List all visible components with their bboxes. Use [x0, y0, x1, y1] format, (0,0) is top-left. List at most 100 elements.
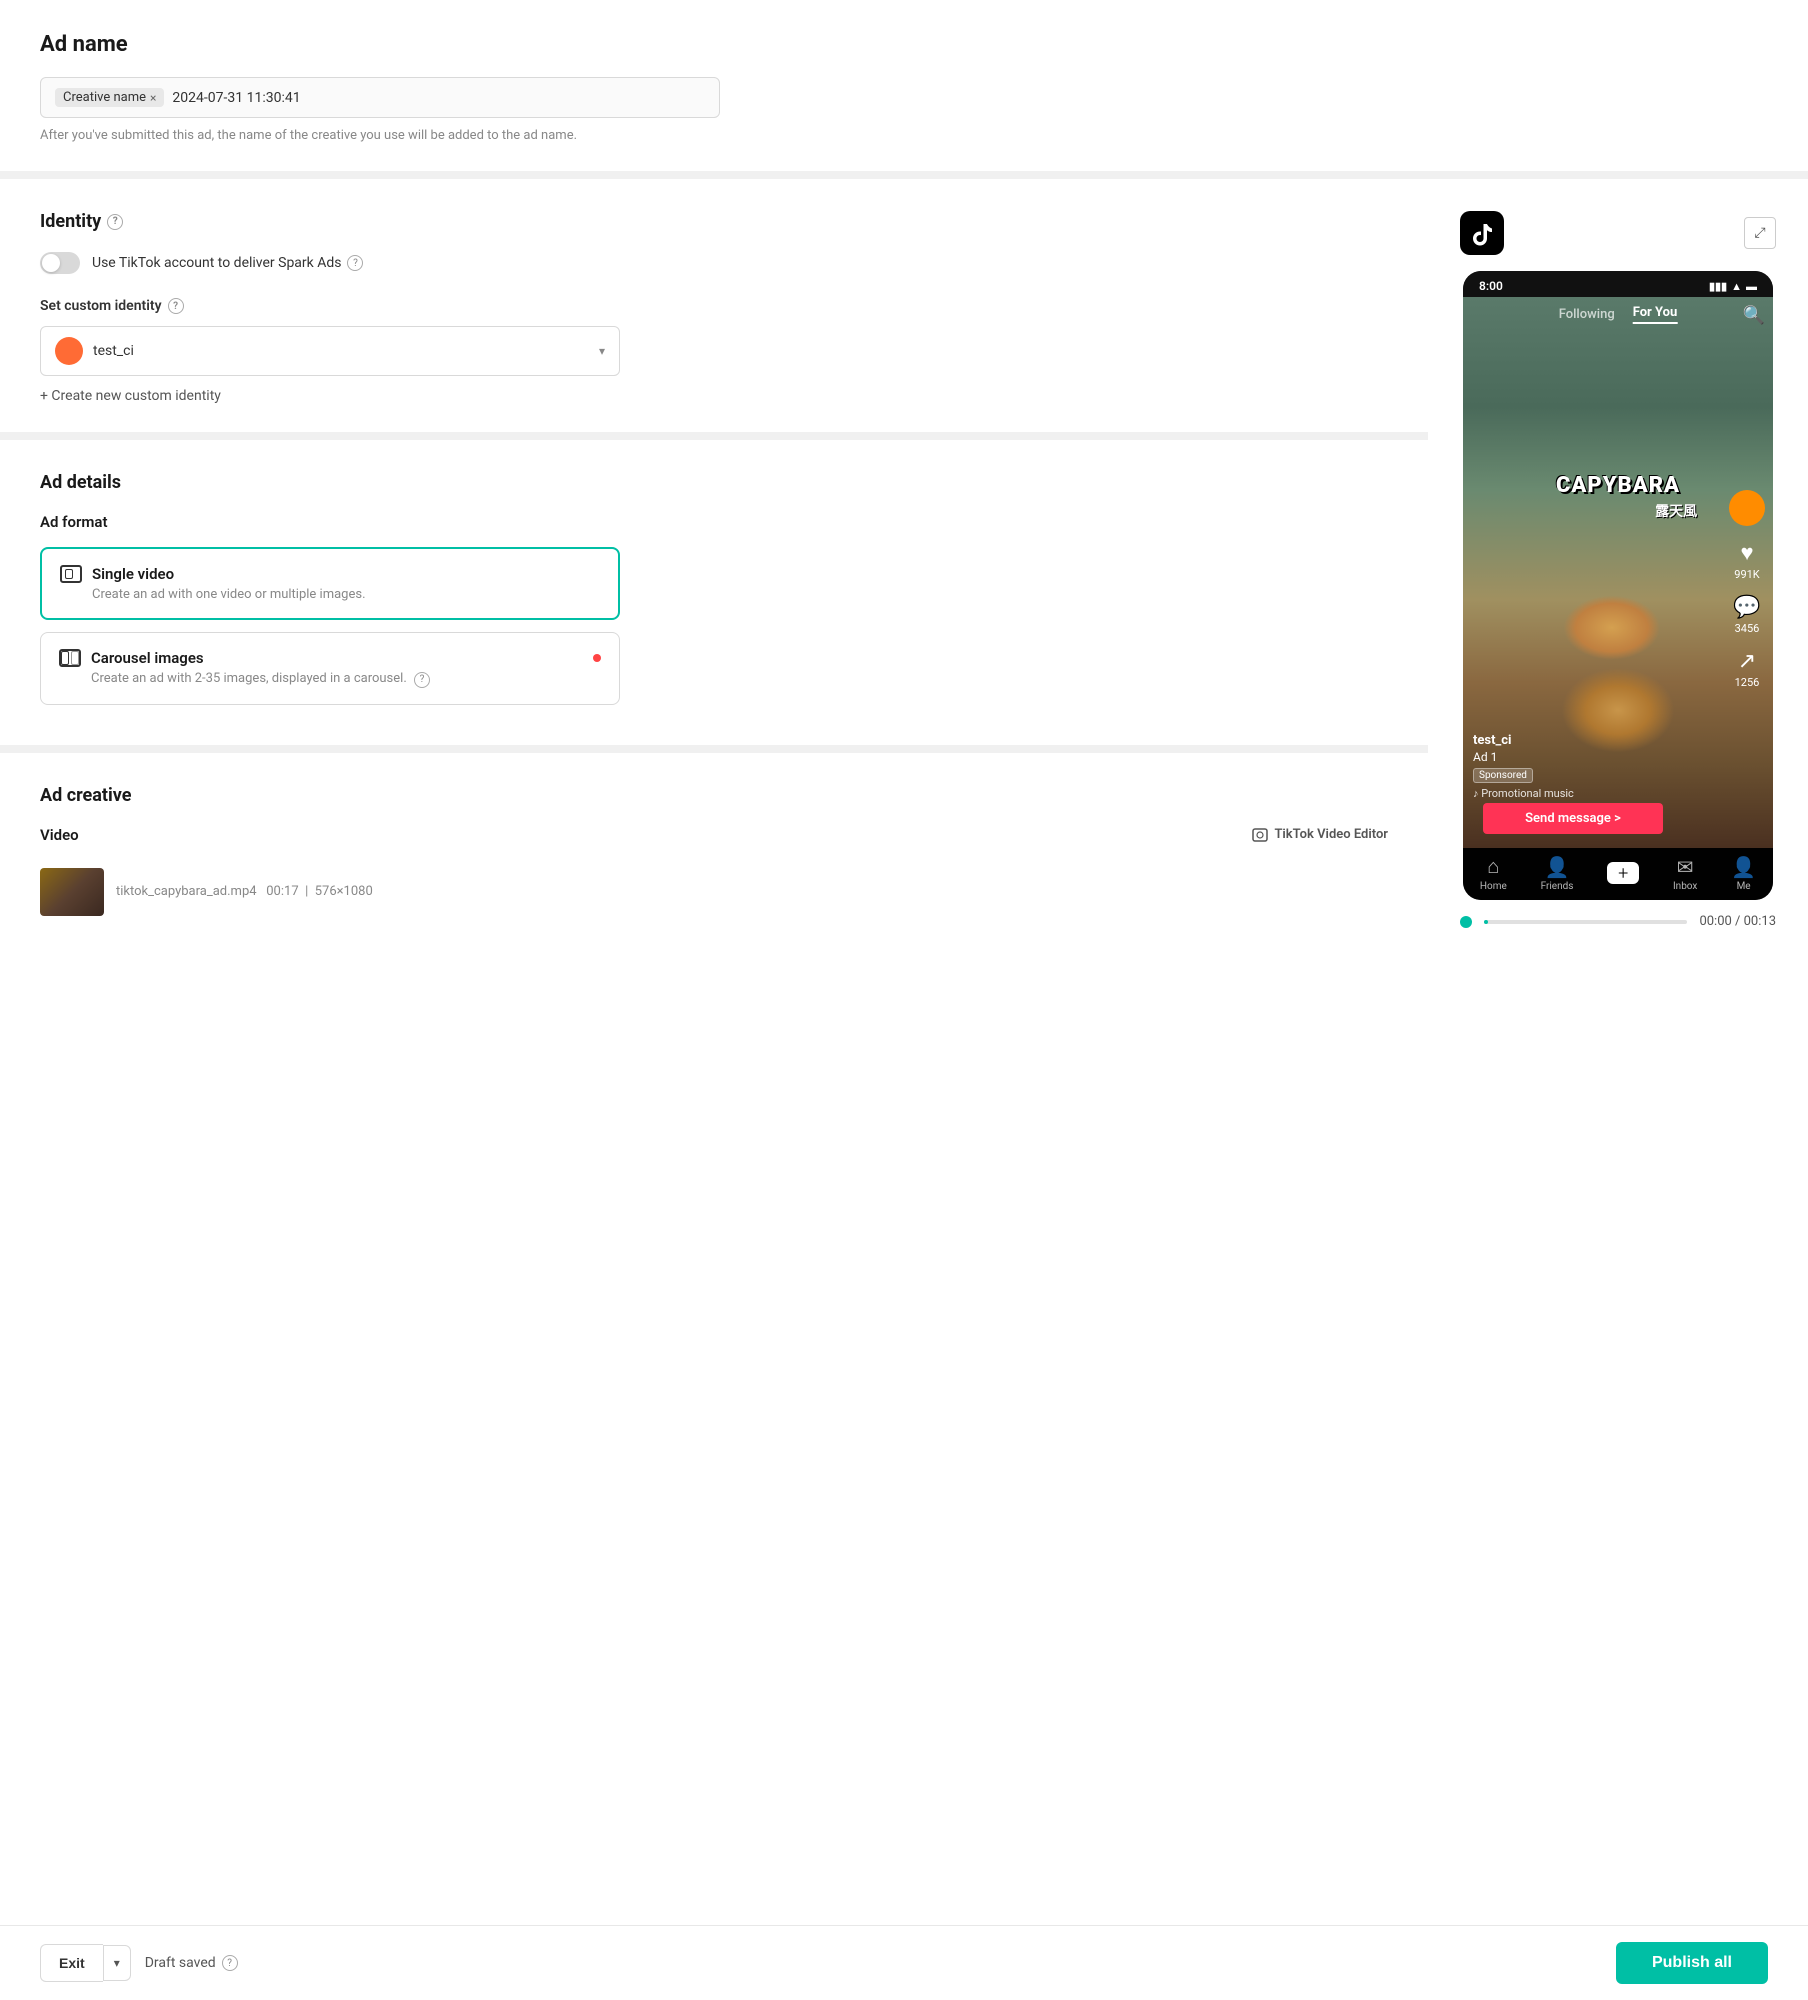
format-single-video-header: Single video — [60, 565, 600, 583]
right-panel: ⤢ 8:00 ▮▮▮ ▲ ▬ Following — [1428, 179, 1808, 961]
right-actions: ♥ 991K 💬 3456 ↗ 1256 — [1729, 490, 1765, 689]
draft-saved-label: Draft saved ? — [145, 1955, 238, 1971]
progress-bar[interactable] — [1484, 920, 1687, 924]
tiktok-editor-link[interactable]: TikTok Video Editor — [1252, 827, 1388, 843]
tiktok-logo-svg — [1469, 220, 1495, 246]
ad-details-heading: Ad details — [40, 472, 1388, 493]
nav-create[interactable]: + — [1607, 862, 1639, 884]
ad-details-section: Ad details Ad format Single video Create… — [0, 440, 1428, 753]
bottom-bar: Exit ▾ Draft saved ? Publish all — [0, 1925, 1808, 2000]
ad-creative-title: Ad creative — [40, 785, 131, 806]
spark-ads-help-icon[interactable]: ? — [347, 255, 363, 271]
bottom-nav: ⌂ Home 👤 Friends + ✉ Inbox — [1463, 848, 1773, 900]
user-avatar-action[interactable] — [1729, 490, 1765, 526]
like-button[interactable]: ♥ 991K — [1734, 540, 1759, 581]
signal-icon: ▮▮▮ — [1709, 280, 1727, 293]
format-carousel-header: Carousel images — [59, 649, 601, 667]
wifi-icon: ▲ — [1731, 280, 1742, 293]
main-content: Identity ? Use TikTok account to deliver… — [0, 179, 1808, 1034]
spark-ads-toggle[interactable] — [40, 252, 80, 274]
status-icons: ▮▮▮ ▲ ▬ — [1709, 280, 1757, 293]
ad-name-title: Ad name — [40, 32, 1768, 57]
friends-icon: 👤 — [1545, 855, 1570, 879]
exit-caret-button[interactable]: ▾ — [103, 1945, 131, 1981]
ad-sublabel: Ad 1 — [1473, 750, 1713, 764]
video-username: test_ci — [1473, 733, 1713, 748]
video-content: Following For You 🔍 CAPYBARA 露天風 ♥ 991K — [1463, 297, 1773, 848]
phone-mockup: 8:00 ▮▮▮ ▲ ▬ Following For You — [1463, 271, 1773, 900]
ad-creative-heading: Ad creative — [40, 785, 1388, 806]
sponsored-badge: Sponsored — [1473, 768, 1533, 783]
nav-friends[interactable]: 👤 Friends — [1541, 855, 1574, 892]
inbox-icon: ✉ — [1677, 855, 1694, 879]
ad-name-value: 2024-07-31 11:30:41 — [172, 90, 705, 106]
custom-identity-label: Set custom identity ? — [40, 298, 1388, 314]
publish-all-button[interactable]: Publish all — [1616, 1942, 1768, 1984]
identity-select[interactable]: test_ci ▾ — [40, 326, 620, 376]
identity-section: Identity ? Use TikTok account to deliver… — [0, 179, 1428, 440]
custom-identity-help-icon[interactable]: ? — [168, 298, 184, 314]
phone-status-bar: 8:00 ▮▮▮ ▲ ▬ — [1463, 271, 1773, 297]
tag-close-icon[interactable]: × — [150, 91, 156, 105]
identity-name: test_ci — [93, 343, 589, 359]
comment-button[interactable]: 💬 3456 — [1733, 595, 1760, 635]
cta-button[interactable]: Send message > — [1483, 803, 1663, 834]
creative-name-tag: Creative name × — [55, 88, 164, 107]
nav-inbox[interactable]: ✉ Inbox — [1673, 855, 1697, 892]
share-button[interactable]: ↗ 1256 — [1735, 649, 1760, 689]
ad-creative-section: Ad creative Video TikTok Video Editor — [0, 753, 1428, 954]
identity-help-icon[interactable]: ? — [107, 214, 123, 230]
single-video-name: Single video — [92, 565, 600, 583]
feed-tabs: Following For You — [1559, 305, 1678, 324]
preview-header: ⤢ — [1460, 211, 1776, 255]
identity-title: Identity — [40, 211, 101, 232]
video-label: Video — [40, 826, 79, 844]
video-thumb-bg — [40, 868, 104, 916]
carousel-help-icon[interactable]: ? — [414, 672, 430, 688]
format-carousel-images[interactable]: Carousel images Create an ad with 2-35 i… — [40, 632, 620, 705]
draft-help-icon[interactable]: ? — [222, 1955, 238, 1971]
format-single-video[interactable]: Single video Create an ad with one video… — [40, 547, 620, 620]
like-count: 991K — [1734, 568, 1759, 581]
ad-details-title: Ad details — [40, 472, 121, 493]
carousel-icon — [59, 649, 81, 667]
chevron-down-icon: ▾ — [599, 344, 605, 358]
identity-heading: Identity ? — [40, 211, 1388, 232]
search-icon[interactable]: 🔍 — [1743, 305, 1765, 326]
expand-icon[interactable]: ⤢ — [1744, 217, 1776, 249]
progress-fill — [1484, 920, 1488, 924]
bottom-info: test_ci Ad 1 Sponsored ♪ Promotional mus… — [1473, 733, 1713, 800]
left-panel: Identity ? Use TikTok account to deliver… — [0, 179, 1428, 954]
video-thumbnail-row: tiktok_capybara_ad.mp4 00:17 | 576×1080 — [40, 858, 1388, 926]
tag-label: Creative name — [63, 90, 146, 105]
video-label-row: Video TikTok Video Editor — [40, 826, 1388, 844]
capybara-text: CAPYBARA — [1556, 473, 1680, 498]
progress-dot — [1460, 916, 1472, 928]
carousel-name: Carousel images — [91, 649, 579, 667]
ad-format-label: Ad format — [40, 513, 1388, 531]
ad-name-hint: After you've submitted this ad, the name… — [40, 128, 720, 143]
spark-ads-toggle-row: Use TikTok account to deliver Spark Ads … — [40, 252, 1388, 274]
exit-group: Exit ▾ Draft saved ? — [40, 1944, 238, 1982]
share-count: 1256 — [1735, 676, 1760, 689]
battery-icon: ▬ — [1746, 280, 1757, 293]
progress-row: 00:00 / 00:13 — [1460, 914, 1776, 929]
capybara-text-sub: 露天風 — [1655, 501, 1697, 521]
following-tab[interactable]: Following — [1559, 307, 1615, 322]
carousel-desc: Create an ad with 2-35 images, displayed… — [59, 671, 601, 688]
me-icon: 👤 — [1731, 855, 1756, 879]
carousel-red-dot — [593, 654, 601, 662]
create-icon: + — [1607, 862, 1639, 884]
video-thumbnail — [40, 868, 104, 916]
single-video-desc: Create an ad with one video or multiple … — [60, 587, 600, 602]
create-identity-link[interactable]: + Create new custom identity — [40, 388, 1388, 404]
comment-count: 3456 — [1735, 622, 1760, 635]
identity-avatar — [55, 337, 83, 365]
nav-home[interactable]: ⌂ Home — [1480, 854, 1507, 892]
exit-button[interactable]: Exit — [40, 1944, 103, 1982]
foryou-tab[interactable]: For You — [1633, 305, 1678, 324]
ad-name-input-row[interactable]: Creative name × 2024-07-31 11:30:41 — [40, 77, 720, 118]
nav-me[interactable]: 👤 Me — [1731, 855, 1756, 892]
share-icon: ↗ — [1738, 649, 1756, 674]
spark-ads-label: Use TikTok account to deliver Spark Ads … — [92, 255, 363, 271]
